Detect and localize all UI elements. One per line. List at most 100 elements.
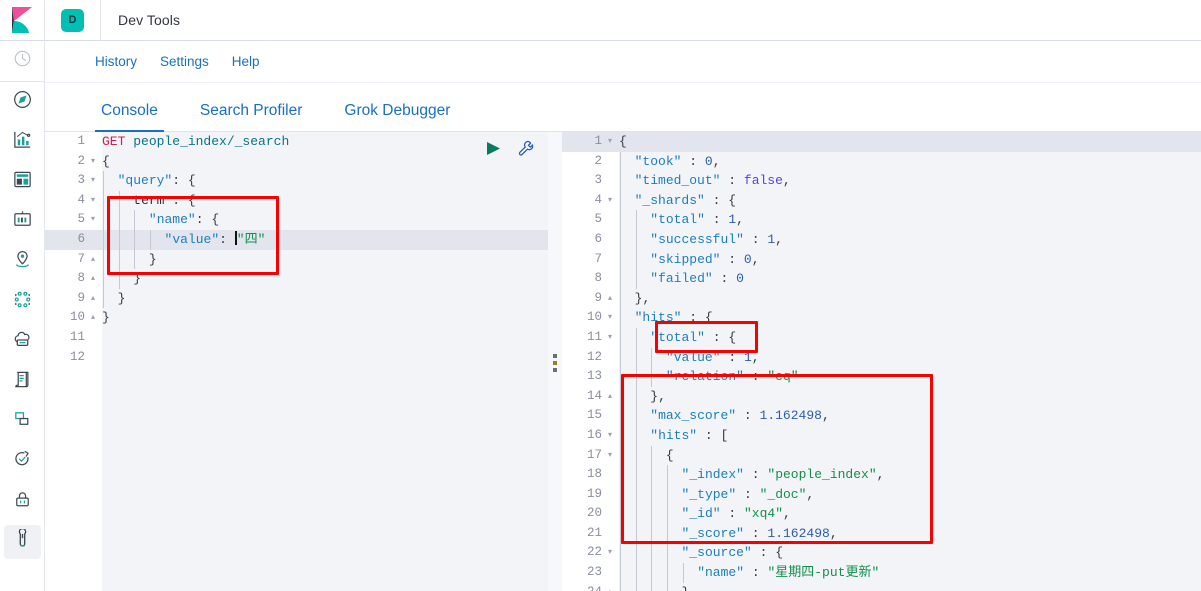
code-text: "hits" : { bbox=[634, 310, 713, 326]
sidebar-item-discover[interactable] bbox=[0, 82, 45, 122]
sidebar-item-graph[interactable] bbox=[0, 282, 45, 322]
code-line[interactable]: 15 "max_score" : 1.162498, bbox=[562, 406, 1201, 426]
code-line[interactable]: 2 "took" : 0, bbox=[562, 151, 1201, 172]
code-line[interactable]: 9 ▴}, bbox=[562, 288, 1201, 309]
tab-grok-debugger[interactable]: Grok Debugger bbox=[338, 102, 456, 132]
tab-console[interactable]: Console bbox=[95, 102, 164, 132]
line-number: 22 bbox=[586, 545, 602, 560]
indent-guide bbox=[635, 347, 637, 368]
code-line[interactable]: 24▴} bbox=[562, 582, 1201, 591]
code-line[interactable]: 22 ▾ "_source" : { bbox=[562, 543, 1201, 564]
tab-search-profiler[interactable]: Search Profiler bbox=[194, 102, 309, 132]
request-action-buttons bbox=[485, 140, 535, 161]
code-line[interactable]: 18 "_index" : "people_index", bbox=[562, 465, 1201, 485]
code-line[interactable]: 11 bbox=[45, 328, 548, 348]
code-line[interactable]: 9 ▴} bbox=[45, 288, 548, 309]
indent-guide bbox=[651, 445, 653, 466]
subnav-item-help[interactable]: Help bbox=[232, 54, 260, 69]
fold-toggle-icon[interactable]: ▴ bbox=[88, 269, 98, 289]
code-text: "name": { bbox=[148, 212, 220, 228]
sidebar-item-machine-learning[interactable] bbox=[0, 322, 45, 362]
sidebar-item-dashboard[interactable] bbox=[0, 162, 45, 202]
fold-toggle-icon[interactable]: ▾ bbox=[88, 152, 98, 172]
kibana-home-button[interactable] bbox=[0, 0, 45, 41]
fold-toggle-icon[interactable]: ▴ bbox=[88, 250, 98, 270]
sidebar-item-uptime[interactable] bbox=[0, 442, 45, 482]
fold-toggle-icon[interactable]: ▾ bbox=[88, 171, 98, 191]
code-line[interactable]: 1 ▾ { bbox=[562, 132, 1201, 152]
code-line[interactable]: 3 "timed_out" : false, bbox=[562, 171, 1201, 191]
subnav-item-settings[interactable]: Settings bbox=[160, 54, 209, 69]
play-triangle-icon[interactable] bbox=[485, 141, 502, 161]
console-response-viewer[interactable]: 1 ▾{2 "took" : 0, 3 "timed_out" : false, 4 ▾ "_… bbox=[562, 132, 1201, 591]
console-request-editor[interactable]: 1 GET people_index/_search 2 ▾{3 ▾ "query": {… bbox=[45, 132, 548, 591]
request-pane[interactable]: 1 GET people_index/_search 2 ▾{3 ▾ "query": {… bbox=[45, 132, 548, 591]
code-line[interactable]: 14 ▴}, bbox=[562, 386, 1201, 407]
fold-toggle-icon[interactable]: ▴ bbox=[88, 308, 98, 328]
code-line[interactable]: 20 "_id" : "xq4", bbox=[562, 504, 1201, 524]
code-line[interactable]: 12 bbox=[45, 348, 548, 368]
code-line[interactable]: 6 "value": "四" bbox=[45, 229, 548, 250]
code-text: } bbox=[682, 583, 690, 591]
fold-toggle-icon[interactable]: ▾ bbox=[88, 191, 98, 211]
code-line[interactable]: 8 ▴} bbox=[45, 269, 548, 289]
fold-toggle-icon[interactable]: ▾ bbox=[605, 191, 615, 211]
code-line[interactable]: 8 "failed" : 0 bbox=[562, 269, 1201, 289]
fold-toggle-icon[interactable]: ▾ bbox=[605, 308, 615, 328]
indent-guide bbox=[666, 563, 668, 583]
pane-splitter[interactable] bbox=[548, 132, 562, 591]
sidebar-item-maps[interactable] bbox=[0, 242, 45, 282]
code-line[interactable]: 7 ▴} bbox=[45, 249, 548, 270]
code-line[interactable]: 16 ▾ "hits" : [ bbox=[562, 425, 1201, 446]
code-line[interactable]: 11 ▾ "total" : { bbox=[562, 327, 1201, 348]
code-text: "query": { bbox=[117, 173, 196, 189]
code-text: "_source" : { bbox=[681, 545, 784, 561]
code-line[interactable]: 23 "name" : "星期四-put更新" bbox=[562, 563, 1201, 583]
fold-toggle-icon[interactable]: ▾ bbox=[605, 446, 615, 466]
fold-toggle-icon[interactable]: ▴ bbox=[605, 289, 615, 309]
line-number: 19 bbox=[586, 486, 602, 501]
wrench-icon[interactable] bbox=[518, 140, 535, 161]
sidebar-item-visualize[interactable] bbox=[0, 122, 45, 162]
indent-guide bbox=[620, 445, 621, 466]
fold-toggle-icon[interactable]: ▴ bbox=[605, 583, 615, 591]
fold-toggle-icon[interactable]: ▾ bbox=[605, 426, 615, 446]
code-line[interactable]: 5 "total" : 1, bbox=[562, 210, 1201, 230]
graph-icon bbox=[12, 289, 33, 315]
sidebar-item-security[interactable] bbox=[0, 482, 45, 522]
code-line[interactable]: 6 "successful" : 1, bbox=[562, 229, 1201, 250]
logs-icon bbox=[12, 369, 33, 395]
fold-toggle-icon[interactable]: ▴ bbox=[605, 387, 615, 407]
primary-navigation-rail bbox=[0, 41, 45, 591]
fold-toggle-icon[interactable]: ▴ bbox=[88, 289, 98, 309]
fold-toggle-icon[interactable]: ▾ bbox=[88, 210, 98, 230]
code-line[interactable]: 13 "relation" : "eq" bbox=[562, 367, 1201, 387]
code-line[interactable]: 10 ▴} bbox=[45, 308, 548, 328]
code-text: { bbox=[102, 153, 110, 169]
sidebar-item-dev-tools[interactable] bbox=[0, 522, 45, 562]
sidebar-item-logs[interactable] bbox=[0, 362, 45, 402]
code-line[interactable]: 7 "skipped" : 0, bbox=[562, 249, 1201, 270]
code-line[interactable]: 5 ▾ "name": { bbox=[45, 210, 548, 230]
line-number: 6 bbox=[594, 231, 602, 246]
indent-guide bbox=[666, 504, 668, 524]
sidebar-item-apm[interactable] bbox=[0, 402, 45, 442]
fold-toggle-icon[interactable]: ▾ bbox=[605, 132, 615, 152]
code-line[interactable]: 1 GET people_index/_search bbox=[45, 132, 548, 152]
code-line[interactable]: 19 "_type" : "_doc", bbox=[562, 484, 1201, 505]
code-text: }, bbox=[634, 290, 651, 306]
code-line[interactable]: 2 ▾{ bbox=[45, 152, 548, 172]
code-line[interactable]: 10 ▾ "hits" : { bbox=[562, 308, 1201, 328]
sidebar-item-canvas[interactable] bbox=[0, 202, 45, 242]
fold-toggle-icon[interactable]: ▾ bbox=[605, 543, 615, 563]
sidebar-item-recently-viewed[interactable] bbox=[0, 41, 45, 81]
code-line[interactable]: 21 "_score" : 1.162498, bbox=[562, 523, 1201, 544]
subnav-item-history[interactable]: History bbox=[95, 54, 137, 69]
code-line[interactable]: 12 "value" : 1, bbox=[562, 347, 1201, 368]
response-pane[interactable]: 1 ▾{2 "took" : 0, 3 "timed_out" : false, 4 ▾ "_… bbox=[562, 132, 1201, 591]
code-line[interactable]: 3 ▾ "query": { bbox=[45, 171, 548, 191]
code-line[interactable]: 17 ▾ { bbox=[562, 445, 1201, 466]
code-line[interactable]: 4 ▾ "_shards" : { bbox=[562, 190, 1201, 211]
code-line[interactable]: 4 ▾ term : { bbox=[45, 190, 548, 211]
fold-toggle-icon[interactable]: ▾ bbox=[605, 328, 615, 348]
